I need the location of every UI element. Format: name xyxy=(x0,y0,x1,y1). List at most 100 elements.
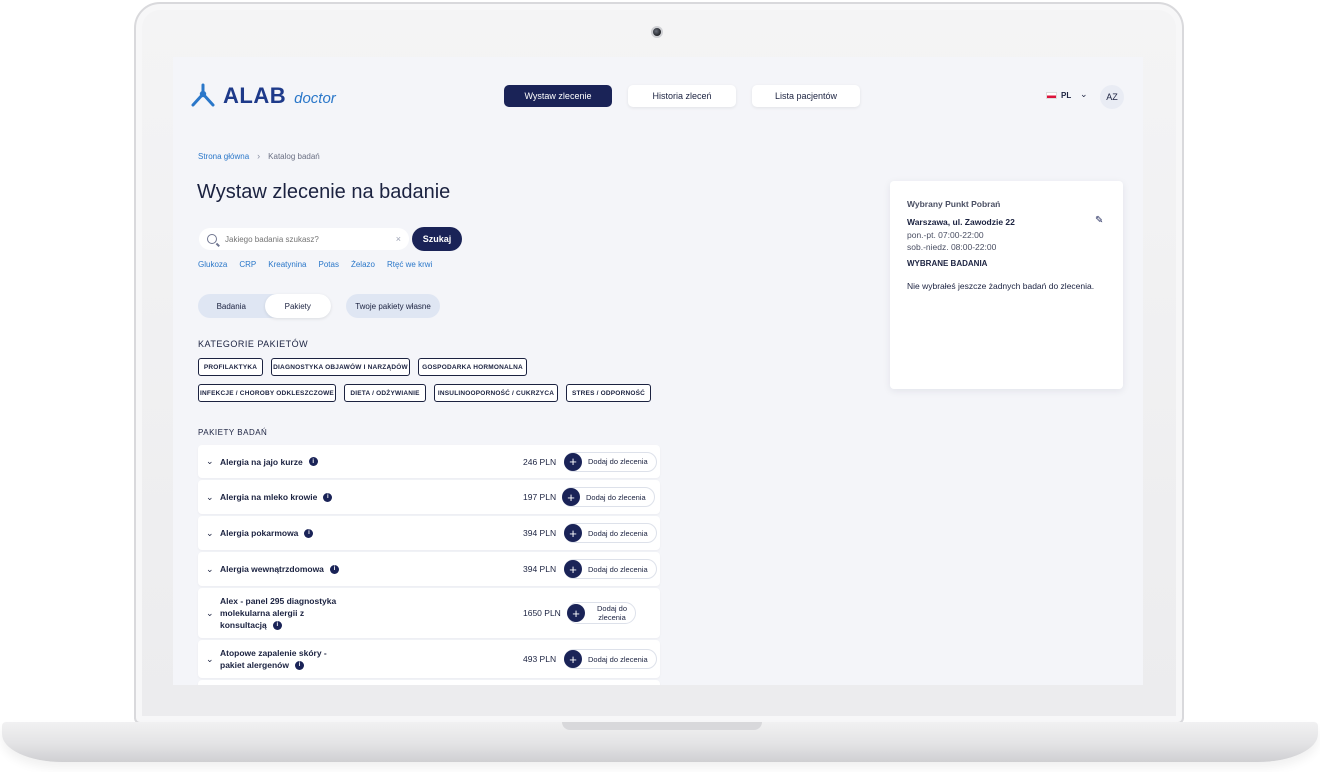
add-to-order-button[interactable]: + Dodaj do zlecenia xyxy=(564,649,657,669)
quick-link[interactable]: CRP xyxy=(239,260,256,269)
package-name-wrap: Atopowe zapalenie skóry - pakiet alergen… xyxy=(220,647,327,671)
language-selector[interactable]: PL xyxy=(1046,91,1071,100)
quick-link[interactable]: Rtęć we krwi xyxy=(387,260,432,269)
category-chip[interactable]: DIETA / ODŻYWIANIE xyxy=(344,384,426,402)
own-packages-button[interactable]: Twoje pakiety własne xyxy=(346,294,440,318)
logo[interactable]: ALAB doctor xyxy=(189,83,336,109)
toggle-tests[interactable]: Badania xyxy=(198,294,265,318)
plus-icon: + xyxy=(564,560,582,578)
add-label-line: zlecenia xyxy=(598,613,626,622)
categories-title: KATEGORIE PAKIETÓW xyxy=(198,339,309,349)
package-name-wrap: Alergia na mleko krowie i xyxy=(220,491,333,503)
package-price: 394 PLN xyxy=(523,564,557,574)
category-chip[interactable]: PROFILAKTYKA xyxy=(198,358,263,376)
header: ALAB doctor Wystaw zlecenie Historia zle… xyxy=(173,57,1143,137)
plus-icon: + xyxy=(564,452,582,471)
empty-selection-message: Nie wybrałeś jeszcze żadnych badań do zl… xyxy=(907,281,1095,291)
package-name-line-wrap: pakiet alergenów i xyxy=(220,659,304,671)
search-input[interactable] xyxy=(225,234,388,244)
add-label-line: Dodaj do xyxy=(597,604,628,613)
logo-icon xyxy=(191,83,215,107)
package-name-line: Alex - panel 295 diagnostyka xyxy=(220,596,337,606)
package-name-wrap: Alergia pokarmowa i xyxy=(220,527,314,539)
list-item[interactable]: ⌄ Alergia wewnątrzdomowa i 394 PLN + Dod… xyxy=(198,552,660,586)
search-box: × xyxy=(199,228,409,250)
category-chip[interactable]: STRES / ODPORNOŚĆ xyxy=(566,384,651,402)
chevron-down-icon[interactable]: ⌄ xyxy=(206,654,220,665)
list-item[interactable]: ⌄ Alergia na jajo kurze i 246 PLN + Doda… xyxy=(198,445,660,478)
info-icon[interactable]: i xyxy=(308,457,318,466)
info-icon[interactable]: i xyxy=(294,660,304,670)
list-item[interactable] xyxy=(198,680,660,685)
package-name-wrap: Alergia wewnątrzdomowa i xyxy=(220,563,339,575)
package-price: 493 PLN xyxy=(523,654,557,664)
info-icon[interactable]: i xyxy=(304,528,314,538)
list-item[interactable]: ⌄ Atopowe zapalenie skóry - pakiet alerg… xyxy=(198,640,660,678)
plus-icon: + xyxy=(562,488,580,506)
package-price: 246 PLN xyxy=(523,456,557,467)
chevron-down-icon[interactable]: ⌄ xyxy=(206,492,220,503)
add-label: Dodaj do zlecenia xyxy=(588,528,648,538)
chevron-down-icon[interactable]: ⌄ xyxy=(206,608,220,619)
category-chip[interactable]: INFEKCJE / CHOROBY ODKLESZCZOWE xyxy=(198,384,336,402)
package-name: Alergia pokarmowa xyxy=(220,528,299,538)
close-icon[interactable]: × xyxy=(396,234,401,244)
page-title: Wystaw zlecenie na badanie xyxy=(197,181,451,203)
selected-point-card: Wybrany Punkt Pobrań Warszawa, ul. Zawod… xyxy=(890,181,1123,389)
avatar[interactable]: AZ xyxy=(1100,85,1124,109)
list-item[interactable]: ⌄ Alergia na mleko krowie i 197 PLN + Do… xyxy=(198,480,660,514)
category-chip[interactable]: INSULINOOPORNOŚĆ / CUKRZYCA xyxy=(434,384,558,402)
package-price: 197 PLN xyxy=(523,492,557,502)
add-label: Dodaj do zlecenia xyxy=(588,564,648,574)
breadcrumb: Strona główna › Katalog badań xyxy=(198,151,320,161)
package-name: Alergia wewnątrzdomowa xyxy=(220,564,324,574)
packages-title: PAKIETY BADAŃ xyxy=(198,428,268,437)
chevron-down-icon[interactable]: ⌄ xyxy=(206,528,220,539)
list-item[interactable]: ⌄ Alex - panel 295 diagnostyka molekular… xyxy=(198,588,660,638)
quick-link[interactable]: Glukoza xyxy=(198,260,227,269)
package-name-line: Atopowe zapalenie skóry - xyxy=(220,648,327,658)
chevron-down-icon[interactable]: ⌄ xyxy=(206,564,220,575)
logo-sub: doctor xyxy=(294,89,336,107)
quick-link[interactable]: Kreatynina xyxy=(268,260,306,269)
add-to-order-button[interactable]: + Dodaj do zlecenia xyxy=(562,487,655,507)
plus-icon: + xyxy=(567,604,585,622)
search-icon xyxy=(207,234,217,244)
card-hours-weekend: sob.-niedz. 08:00-22:00 xyxy=(907,242,997,252)
packages-list: ⌄ Alergia na jajo kurze i 246 PLN + Doda… xyxy=(198,445,660,685)
info-icon[interactable]: i xyxy=(329,564,339,574)
plus-icon: + xyxy=(564,524,582,542)
add-to-order-button[interactable]: + Dodaj do zlecenia xyxy=(564,451,657,472)
pencil-icon[interactable]: ✎ xyxy=(1095,215,1103,226)
package-name-wrap: Alex - panel 295 diagnostyka molekularna… xyxy=(220,595,336,631)
add-to-order-button[interactable]: + Dodaj do zlecenia xyxy=(567,602,637,624)
package-name: Alergia na mleko krowie xyxy=(220,492,318,502)
add-to-order-button[interactable]: + Dodaj do zlecenia xyxy=(564,523,657,543)
quick-link[interactable]: Żelazo xyxy=(351,260,375,269)
camera-icon xyxy=(651,26,663,38)
chevron-down-icon[interactable]: ⌄ xyxy=(1080,89,1088,100)
card-address: Warszawa, ul. Zawodzie 22 xyxy=(907,217,1015,227)
info-icon[interactable]: i xyxy=(272,620,282,630)
package-name-wrap: Alergia na jajo kurze i xyxy=(220,456,318,468)
add-label: Dodaj do zlecenia xyxy=(597,604,627,622)
search-button[interactable]: Szukaj xyxy=(412,227,462,251)
nav-issue-order[interactable]: Wystaw zlecenie xyxy=(504,85,612,107)
package-name-line: pakiet alergenów xyxy=(220,660,289,670)
category-chip[interactable]: DIAGNOSTYKA OBJAWÓW I NARZĄDÓW xyxy=(271,358,410,376)
chevron-right-icon: › xyxy=(257,151,261,161)
chevron-down-icon[interactable]: ⌄ xyxy=(206,456,220,467)
language-code: PL xyxy=(1061,91,1072,100)
nav-patient-list[interactable]: Lista pacjentów xyxy=(752,85,860,107)
category-chip[interactable]: GOSPODARKA HORMONALNA xyxy=(418,358,527,376)
toggle-packages[interactable]: Pakiety xyxy=(264,294,331,318)
nav-order-history[interactable]: Historia zleceń xyxy=(628,85,736,107)
add-label: Dodaj do zlecenia xyxy=(588,654,648,664)
list-item[interactable]: ⌄ Alergia pokarmowa i 394 PLN + Dodaj do… xyxy=(198,516,660,550)
card-title: Wybrany Punkt Pobrań xyxy=(907,199,1001,209)
breadcrumb-home[interactable]: Strona główna xyxy=(198,152,249,161)
add-to-order-button[interactable]: + Dodaj do zlecenia xyxy=(564,559,657,579)
info-icon[interactable]: i xyxy=(323,492,333,502)
quick-link[interactable]: Potas xyxy=(319,260,339,269)
add-label: Dodaj do zlecenia xyxy=(588,457,648,466)
